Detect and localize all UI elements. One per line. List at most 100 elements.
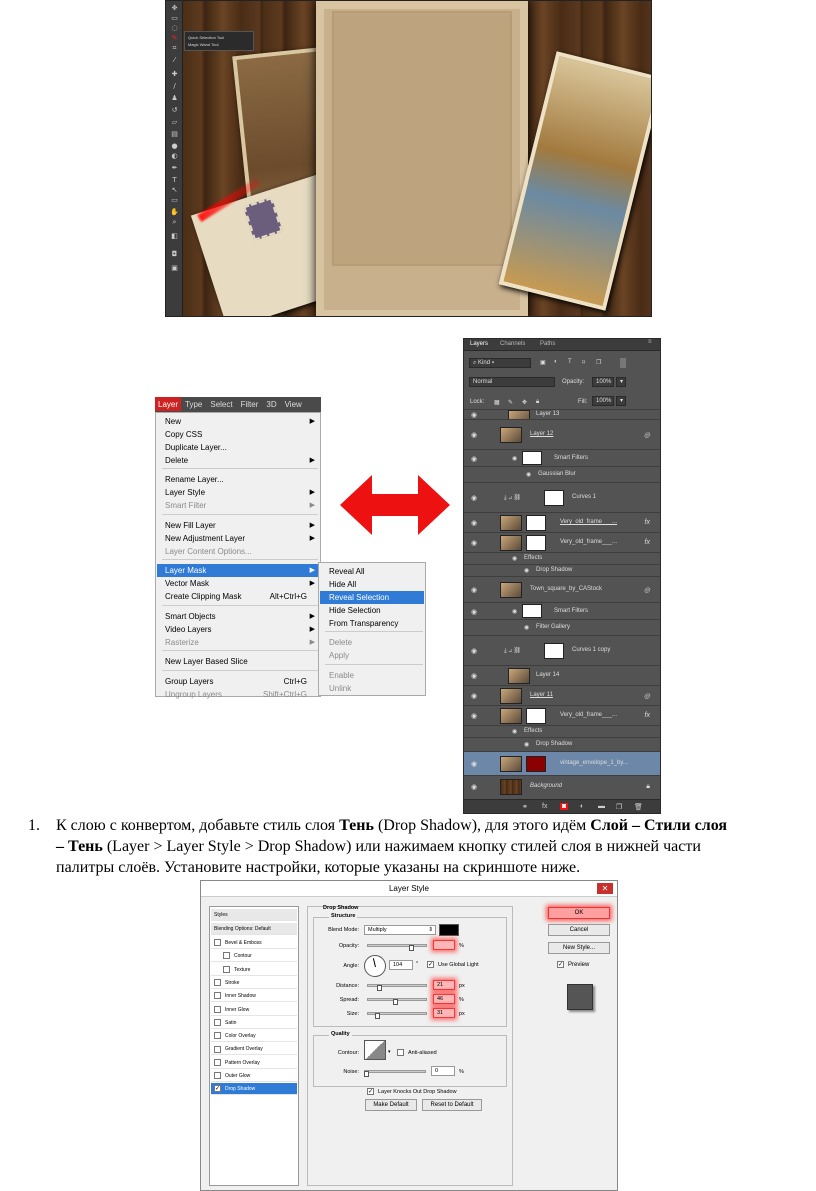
brush-tool-icon[interactable]: / — [169, 83, 180, 90]
menu-select[interactable]: Select — [206, 397, 236, 409]
style-item-contour[interactable]: Contour — [211, 950, 297, 963]
checkbox-icon[interactable] — [214, 992, 221, 1000]
tab-channels[interactable]: Channels — [500, 341, 525, 347]
layer-row[interactable]: ◉ ⤓ ⊿ ⛓ Curves 1 — [464, 482, 660, 512]
lasso-tool-icon[interactable]: ◌ — [169, 25, 180, 32]
fill-dropdown-icon[interactable]: ▾ — [616, 396, 626, 406]
opacity-input[interactable]: 100% — [592, 377, 614, 387]
layer-mask-thumbnail[interactable] — [526, 515, 546, 531]
menu-item-layer-style[interactable]: Layer Style ▶ — [157, 486, 319, 499]
visibility-eye-icon[interactable]: ◉ — [471, 647, 477, 655]
knocks-out-checkbox[interactable]: ✓ Layer Knocks Out Drop Shadow — [367, 1088, 457, 1095]
zoom-tool-icon[interactable]: ⌕ — [169, 219, 180, 226]
move-tool-icon[interactable]: ✥ — [169, 5, 180, 12]
menu-filter[interactable]: Filter — [237, 397, 263, 409]
layer-row[interactable]: ◉ Background 🔒︎ — [464, 775, 660, 797]
style-item-stroke[interactable]: Stroke — [211, 977, 297, 989]
visibility-eye-icon[interactable]: ◉ — [471, 519, 477, 527]
contour-preview[interactable] — [364, 1040, 386, 1060]
distance-slider[interactable] — [367, 984, 427, 987]
sub-visibility-icon[interactable]: ◉ — [512, 555, 517, 562]
visibility-eye-icon[interactable]: ◉ — [471, 783, 477, 791]
visibility-eye-icon[interactable]: ◉ — [471, 760, 477, 768]
use-global-light-checkbox[interactable]: ✓ Use Global Light — [427, 961, 479, 968]
spread-slider-knob[interactable] — [393, 999, 398, 1005]
noise-slider-knob[interactable] — [364, 1071, 369, 1077]
fill-input[interactable]: 100% — [592, 396, 614, 406]
submenu-item-hide-selection[interactable]: Hide Selection — [320, 604, 424, 617]
visibility-eye-icon[interactable]: ◉ — [471, 539, 477, 547]
style-item-inner-glow[interactable]: Inner Glow — [211, 1004, 297, 1016]
visibility-eye-icon[interactable]: ◉ — [471, 586, 477, 594]
menu-item-smart-objects[interactable]: Smart Objects ▶ — [157, 610, 319, 623]
submenu-item-from-transparency[interactable]: From Transparency — [320, 617, 424, 630]
tab-layers[interactable]: Layers — [470, 341, 488, 347]
angle-dial[interactable] — [364, 955, 386, 977]
visibility-eye-icon[interactable]: ◉ — [471, 608, 477, 616]
layer-sub-row[interactable]: ◉ ◉ Smart Filters — [464, 602, 660, 619]
menu-item-create-clipping-mask[interactable]: Create Clipping Mask Alt+Ctrl+G — [157, 590, 319, 603]
tab-paths[interactable]: Paths — [540, 341, 555, 347]
style-item-gradient-overlay[interactable]: Gradient Overlay — [211, 1043, 297, 1056]
size-input[interactable]: 31 — [433, 1008, 455, 1018]
menu-item-vector-mask[interactable]: Vector Mask ▶ — [157, 577, 319, 590]
visibility-eye-icon[interactable]: ◉ — [471, 494, 477, 502]
layer-sub-row[interactable]: ◉ ◉ Smart Filters — [464, 449, 660, 466]
sub-visibility-icon[interactable]: ◉ — [526, 471, 531, 478]
layer-sub-row[interactable]: ◉ Drop Shadow — [464, 737, 660, 751]
style-item-color-overlay[interactable]: Color Overlay — [211, 1030, 297, 1043]
checkbox-icon[interactable] — [214, 979, 221, 987]
sub-visibility-icon[interactable]: ◉ — [512, 728, 517, 735]
layer-mask-thumbnail[interactable] — [526, 756, 546, 772]
layer-sub-row[interactable]: ◉ Drop Shadow — [464, 564, 660, 576]
screen-mode-icon[interactable]: ▣ — [169, 265, 180, 272]
menu-item-video-layers[interactable]: Video Layers ▶ — [157, 623, 319, 636]
styles-header[interactable]: Styles — [211, 909, 297, 921]
layer-row[interactable]: ◉ Layer 11 ◎ — [464, 685, 660, 705]
menu-item-new-fill-layer[interactable]: New Fill Layer ▶ — [157, 519, 319, 532]
menu-layer[interactable]: Layer — [155, 397, 182, 411]
checkbox-icon[interactable] — [214, 1045, 221, 1053]
checkbox-icon[interactable] — [214, 1018, 221, 1026]
style-item-satin[interactable]: Satin — [211, 1017, 297, 1029]
panel-menu-icon[interactable]: ≡ — [648, 339, 652, 345]
blend-mode-select[interactable]: Multiply ⇕ — [364, 925, 436, 935]
checkbox-icon[interactable]: ✓ — [214, 1085, 221, 1093]
add-mask-icon[interactable]: ◙ — [560, 803, 569, 810]
new-layer-icon[interactable]: ❐ — [616, 803, 622, 811]
layer-sub-row[interactable]: ◉ Effects — [464, 552, 660, 564]
checkbox-icon[interactable] — [214, 1005, 221, 1013]
style-item-drop-shadow[interactable]: ✓ Drop Shadow — [211, 1083, 297, 1096]
layer-row[interactable]: ◉ Layer 12 ◎ — [464, 419, 660, 449]
magic-wand-tool-item[interactable]: Magic Wand Tool — [188, 41, 250, 48]
sub-visibility-icon[interactable]: ◉ — [512, 608, 517, 615]
checkbox-icon[interactable] — [223, 965, 230, 973]
visibility-eye-icon[interactable]: ◉ — [471, 692, 477, 700]
layer-row[interactable]: ◉ Town_square_by_CAStock ◎ — [464, 576, 660, 602]
distance-slider-knob[interactable] — [377, 985, 382, 991]
adjustment-mask-thumbnail[interactable] — [544, 643, 564, 659]
visibility-eye-icon[interactable]: ◉ — [471, 672, 477, 680]
contour-dropdown-icon[interactable]: ▾ — [388, 1049, 391, 1055]
menu-item-new-adjustment-layer[interactable]: New Adjustment Layer ▶ — [157, 532, 319, 545]
filter-pixel-icon[interactable]: ▣ — [540, 359, 546, 366]
layer-mask-thumbnail[interactable] — [526, 708, 546, 724]
lock-transparent-icon[interactable]: ▦ — [494, 399, 500, 406]
submenu-item-hide-all[interactable]: Hide All — [320, 578, 424, 591]
sub-visibility-icon[interactable]: ◉ — [524, 567, 529, 574]
marquee-tool-icon[interactable]: ▭ — [169, 15, 180, 22]
layer-style-fx-icon[interactable]: fx — [542, 803, 547, 810]
checkbox-icon[interactable] — [214, 1072, 221, 1080]
adjustment-mask-thumbnail[interactable] — [544, 490, 564, 506]
layer-sub-row[interactable]: ◉ Effects — [464, 725, 660, 737]
delete-layer-icon[interactable]: 🗑︎ — [634, 803, 643, 811]
cancel-button[interactable]: Cancel — [548, 924, 610, 936]
style-item-bevel-emboss[interactable]: Bevel & Emboss — [211, 937, 297, 949]
make-default-button[interactable]: Make Default — [365, 1099, 417, 1111]
layer-sub-row[interactable]: ◉ Filter Gallery — [464, 619, 660, 635]
quick-selection-tool-icon[interactable]: ✎ — [169, 35, 180, 42]
layer-row[interactable]: ◉ Very_old_frame___... fx — [464, 532, 660, 552]
style-item-outer-glow[interactable]: Outer Glow — [211, 1070, 297, 1082]
layer-sub-row[interactable]: ◉ Gaussian Blur — [464, 466, 660, 482]
new-group-icon[interactable]: ▬ — [598, 803, 605, 810]
